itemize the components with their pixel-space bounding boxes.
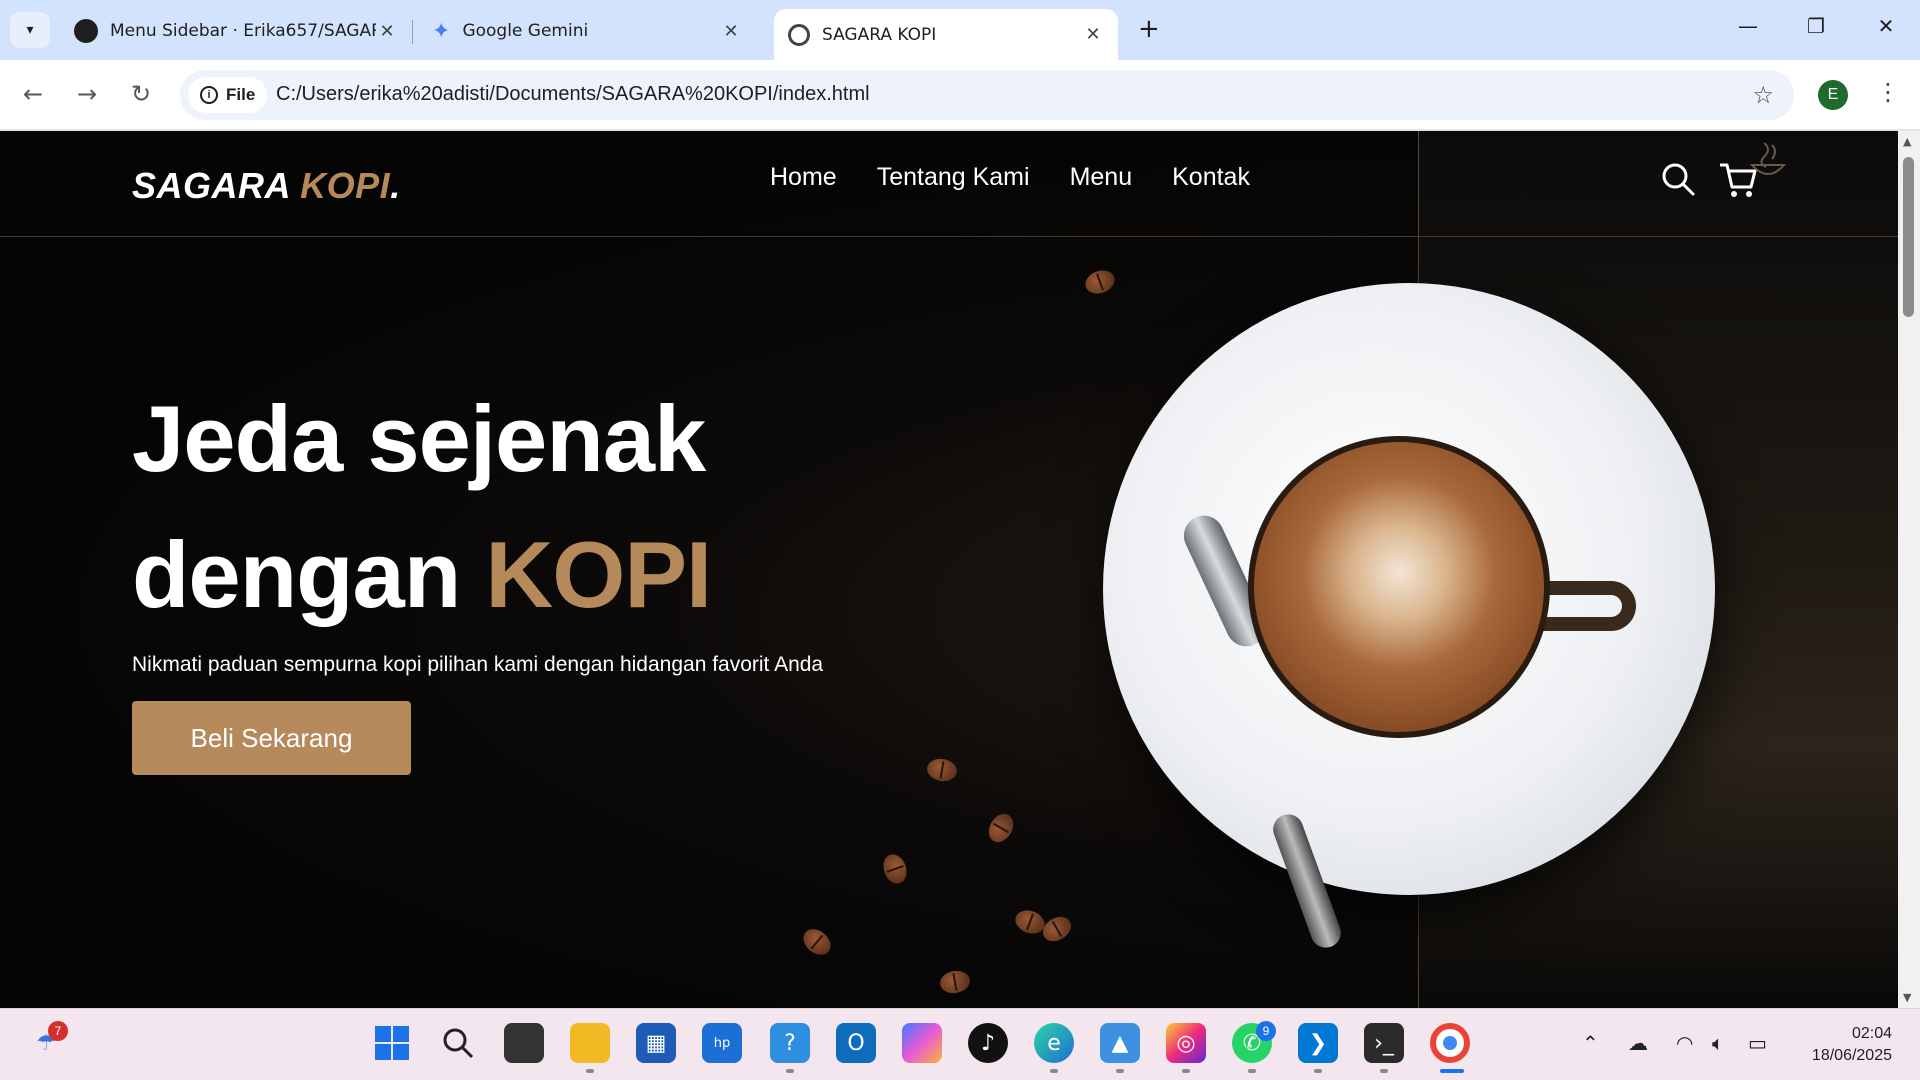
- scroll-down-icon[interactable]: ▼: [1903, 991, 1911, 1004]
- nav-home[interactable]: Home: [770, 163, 837, 192]
- minimize-button[interactable]: —: [1728, 14, 1768, 38]
- back-icon[interactable]: ←: [16, 80, 50, 108]
- tab-github[interactable]: Menu Sidebar · Erika657/SAGAR ✕: [60, 9, 412, 53]
- scroll-up-icon[interactable]: ▲: [1903, 135, 1911, 148]
- site-navbar: SAGARA KOPI. Home Tentang Kami Menu Kont…: [0, 131, 1898, 237]
- close-icon[interactable]: ✕: [376, 21, 398, 42]
- tab-sagara-kopi[interactable]: SAGARA KOPI ✕: [774, 9, 1118, 60]
- globe-icon: [788, 23, 810, 46]
- file-label: File: [226, 85, 256, 104]
- headline-accent: KOPI: [485, 522, 712, 627]
- beli-sekarang-button[interactable]: Beli Sekarang: [132, 701, 411, 775]
- onedrive-icon[interactable]: ☁: [1628, 1031, 1648, 1055]
- instagram-icon[interactable]: ◎: [1166, 1023, 1206, 1063]
- whatsapp-badge: 9: [1256, 1021, 1276, 1041]
- reload-icon[interactable]: ↻: [124, 80, 158, 108]
- microsoft-store-icon[interactable]: ▦: [636, 1023, 676, 1063]
- profile-avatar[interactable]: E: [1818, 80, 1848, 110]
- tab-gemini[interactable]: ✦ Google Gemini ✕: [418, 9, 756, 53]
- cup-handle-image: [1536, 581, 1636, 631]
- site-info-chip[interactable]: i File: [188, 77, 268, 113]
- headline-line-1: Jeda sejenak: [132, 386, 706, 491]
- forward-icon[interactable]: →: [70, 80, 104, 108]
- running-indicator: [586, 1069, 594, 1073]
- volume-icon[interactable]: 🔈︎: [1712, 1031, 1724, 1055]
- search-icon[interactable]: [438, 1023, 478, 1063]
- battery-icon[interactable]: ▭: [1748, 1031, 1767, 1055]
- running-indicator: [1182, 1069, 1190, 1073]
- hero-subtext: Nikmati paduan sempurna kopi pilihan kam…: [132, 653, 824, 676]
- headline-line-2-prefix: dengan: [132, 522, 486, 627]
- edge-icon[interactable]: e: [1034, 1023, 1074, 1063]
- page-viewport: SAGARA KOPI. Home Tentang Kami Menu Kont…: [0, 131, 1898, 1008]
- task-view-icon[interactable]: [504, 1023, 544, 1063]
- copilot-icon[interactable]: [902, 1023, 942, 1063]
- running-indicator: [1050, 1069, 1058, 1073]
- running-indicator: [1248, 1069, 1256, 1073]
- bookmark-star-icon[interactable]: ☆: [1752, 81, 1774, 109]
- url-text[interactable]: C:/Users/erika%20adisti/Documents/SAGARA…: [276, 83, 870, 106]
- site-logo[interactable]: SAGARA KOPI.: [132, 165, 401, 207]
- tiktok-icon[interactable]: ♪: [968, 1023, 1008, 1063]
- windows-taskbar: ☂ 7 ▦ hp ? O ♪ e ▲ ◎ ✆ 9 ❯ ›_ ⌃ ☁ ◠ 🔈︎ ▭…: [0, 1008, 1920, 1080]
- menu-kebab-icon[interactable]: ⋮: [1876, 78, 1900, 106]
- system-clock[interactable]: 02:04 18/06/2025: [1796, 1023, 1892, 1067]
- logo-dot: .: [390, 165, 401, 206]
- browser-toolbar: ← → ↻ i File C:/Users/erika%20adisti/Doc…: [0, 60, 1920, 130]
- github-icon: [74, 19, 98, 43]
- help-icon[interactable]: ?: [770, 1023, 810, 1063]
- page-scrollbar[interactable]: ▲ ▼: [1898, 131, 1920, 1008]
- chrome-icon[interactable]: [1430, 1023, 1470, 1063]
- clock-time: 02:04: [1851, 1025, 1892, 1042]
- nav-menu[interactable]: Menu: [1070, 163, 1133, 192]
- file-explorer-icon[interactable]: [570, 1023, 610, 1063]
- address-bar[interactable]: i File C:/Users/erika%20adisti/Documents…: [180, 70, 1794, 120]
- close-icon[interactable]: ✕: [1082, 24, 1104, 45]
- search-icon[interactable]: [1660, 161, 1696, 197]
- vscode-icon[interactable]: ❯: [1298, 1023, 1338, 1063]
- active-app-indicator: [1440, 1069, 1464, 1073]
- running-indicator: [1116, 1069, 1124, 1073]
- scrollbar-thumb[interactable]: [1903, 157, 1914, 317]
- tab-strip: ▾ Menu Sidebar · Erika657/SAGAR ✕ ✦ Goog…: [0, 0, 1920, 60]
- chevron-down-icon: ▾: [26, 22, 34, 38]
- terminal-icon[interactable]: ›_: [1364, 1023, 1404, 1063]
- nav-tentang-kami[interactable]: Tentang Kami: [877, 163, 1030, 192]
- chevron-up-icon[interactable]: ⌃: [1582, 1031, 1599, 1055]
- main-nav: Home Tentang Kami Menu Kontak: [770, 163, 1250, 192]
- restore-button[interactable]: ❐: [1796, 14, 1836, 38]
- tab-title: Menu Sidebar · Erika657/SAGAR: [110, 21, 376, 41]
- logo-accent: KOPI: [300, 165, 391, 206]
- weather-badge: 7: [48, 1021, 68, 1041]
- myhp-icon[interactable]: hp: [702, 1023, 742, 1063]
- close-window-button[interactable]: ✕: [1866, 14, 1906, 38]
- tab-separator: [412, 20, 413, 44]
- close-icon[interactable]: ✕: [720, 21, 742, 42]
- tab-search-button[interactable]: ▾: [10, 12, 50, 48]
- running-indicator: [1314, 1069, 1322, 1073]
- running-indicator: [1380, 1069, 1388, 1073]
- logo-main: SAGARA: [132, 165, 301, 206]
- tab-title: SAGARA KOPI: [822, 24, 937, 45]
- photos-icon[interactable]: ▲: [1100, 1023, 1140, 1063]
- outlook-icon[interactable]: O: [836, 1023, 876, 1063]
- wifi-icon[interactable]: ◠: [1676, 1031, 1693, 1055]
- tab-title: Google Gemini: [462, 21, 589, 41]
- latte-art-image: [1254, 442, 1544, 732]
- coffee-cup-icon: [1749, 142, 1787, 175]
- new-tab-button[interactable]: +: [1138, 14, 1160, 44]
- info-icon: i: [200, 86, 218, 104]
- nav-kontak[interactable]: Kontak: [1172, 163, 1250, 192]
- windows-start-icon[interactable]: [372, 1023, 412, 1063]
- gemini-icon: ✦: [432, 18, 451, 44]
- running-indicator: [786, 1069, 794, 1073]
- clock-date: 18/06/2025: [1811, 1047, 1892, 1064]
- hero-headline: Jeda sejenak dengan KOPI: [132, 371, 712, 643]
